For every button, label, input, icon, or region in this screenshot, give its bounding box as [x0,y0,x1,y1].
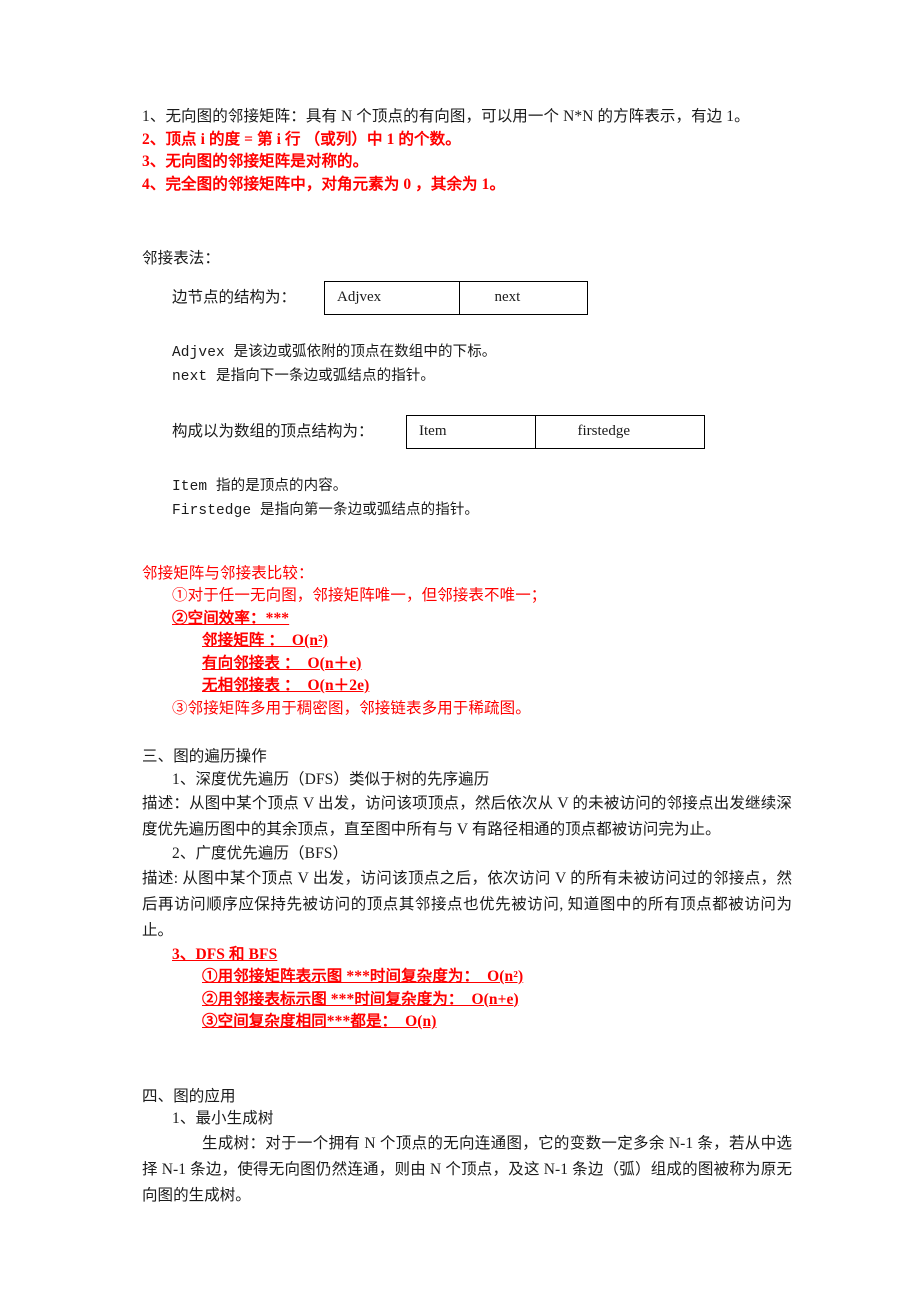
comparison-heading: 邻接矩阵与邻接表比较： [142,564,314,582]
traversal-block: 三、图的遍历操作 1、深度优先遍历（DFS）类似于树的先序遍历 描述：从图中某个… [142,746,792,1034]
dfs-title: 1、深度优先遍历（DFS）类似于树的先序遍历 [172,770,490,788]
edge-node-label: 边节点的结构为： [172,288,297,306]
matrix-property-4: 4、完全图的邻接矩阵中，对角元素为 0 ，其余为 1。 [142,175,506,193]
dfs-bfs-item-list: ②用邻接表标示图 ***时间复杂度为： O(n+e) [202,990,519,1008]
comparison-item-3: ③邻接矩阵多用于稠密图，邻接链表多用于稀疏图。 [172,699,531,717]
dfs-description: 描述：从图中某个顶点 V 出发，访问该项顶点，然后依次从 V 的未被访问的邻接点… [142,795,792,838]
matrix-property-1: 1、无向图的邻接矩阵：具有 N 个顶点的有向图，可以用一个 N*N 的方阵表示，… [142,108,750,125]
vertex-node-table: Item firstedge [406,414,705,449]
comparison-block: 邻接矩阵与邻接表比较： ①对于任一无向图，邻接矩阵唯一，但邻接表不唯一； ②空间… [142,563,792,721]
complexity-undirected-adjacency-list: 无相邻接表 ： O(n＋2e) [202,677,370,694]
adjacency-list-block: 邻接表法： 边节点的结构为： Adjvex next Adjvex 是该边或弧依… [142,248,792,523]
edge-node-notes: Adjvex 是该边或弧依附的顶点在数组中的下标。 next 是指向下一条边或弧… [172,341,792,389]
complexity-adjacency-matrix: 邻接矩阵 ： O(n²) [202,632,329,649]
document-body: 1、无向图的邻接矩阵：具有 N 个顶点的有向图，可以用一个 N*N 的方阵表示，… [142,106,792,1209]
mst-description: 生成树：对于一个拥有 N 个顶点的无向连通图，它的变数一定多余 N-1 条，若从… [142,1134,792,1204]
edge-node-structure-row: 边节点的结构为： Adjvex next [172,280,792,315]
mst-title: 1、最小生成树 [172,1110,274,1127]
dfs-bfs-item-matrix: ①用邻接矩阵表示图 ***时间复杂度为： O(n²) [202,968,524,985]
bfs-description: 描述: 从图中某个顶点 V 出发，访问该顶点之后，依次访问 V 的所有未被访问过… [142,869,792,939]
vertex-node-notes: Item 指的是顶点的内容。 Firstedge 是指向第一条边或弧结点的指针。 [172,475,792,523]
edge-node-cell-adjvex: Adjvex [337,288,382,305]
edge-node-note-adjvex: Adjvex 是该边或弧依附的顶点在数组中的下标。 [172,344,497,361]
bfs-title: 2、广度优先遍历（BFS） [172,845,349,862]
application-heading: 四、图的应用 [142,1087,236,1105]
vertex-node-note-item: Item 指的是顶点的内容。 [172,478,348,495]
matrix-property-3: 3、无向图的邻接矩阵是对称的。 [142,153,369,170]
vertex-node-cell-firstedge: firstedge [534,415,704,448]
comparison-item-1: ①对于任一无向图，邻接矩阵唯一，但邻接表不唯一； [172,587,547,604]
application-block: 四、图的应用 1、最小生成树 生成树：对于一个拥有 N 个顶点的无向连通图，它的… [142,1086,792,1209]
traversal-heading: 三、图的遍历操作 [142,748,267,765]
comparison-item-2-label: ②空间效率：*** [172,609,290,627]
complexity-directed-adjacency-list: 有向邻接表 ： O(n＋e) [202,654,362,672]
dfs-bfs-heading: 3、DFS 和 BFS [172,945,278,963]
edge-node-table: Adjvex next [324,280,588,315]
vertex-node-cell-item: Item [419,422,447,439]
vertex-node-note-firstedge: Firstedge 是指向第一条边或弧结点的指针。 [172,502,480,519]
matrix-property-2: 2、顶点 i 的度 = 第 i 行 （或列）中 1 的个数。 [142,130,461,148]
document-page: 1、无向图的邻接矩阵：具有 N 个顶点的有向图，可以用一个 N*N 的方阵表示，… [0,0,920,1302]
adjacency-list-heading: 邻接表法： [142,250,221,267]
edge-node-cell-next: next [459,281,587,314]
matrix-properties-block: 1、无向图的邻接矩阵：具有 N 个顶点的有向图，可以用一个 N*N 的方阵表示，… [142,106,792,196]
vertex-node-label: 构成以为数组的顶点结构为： [172,422,374,440]
vertex-node-structure-row: 构成以为数组的顶点结构为： Item firstedge [172,414,792,449]
dfs-bfs-item-space: ③空间复杂度相同***都是： O(n) [202,1013,437,1030]
edge-node-note-next: next 是指向下一条边或弧结点的指针。 [172,368,436,385]
